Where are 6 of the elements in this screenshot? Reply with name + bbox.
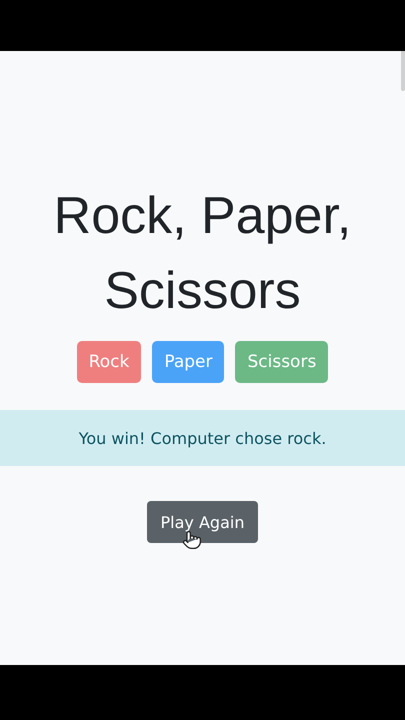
choice-button[interactable]: Paper — [152, 341, 224, 383]
choice-button[interactable]: Scissors — [235, 341, 328, 383]
page-title: Rock, Paper, Scissors — [52, 186, 352, 322]
play-again-button[interactable]: Play Again — [146, 501, 258, 543]
choice-button[interactable]: Rock — [76, 341, 142, 383]
result-message: You win! Computer chose rock. — [0, 410, 405, 466]
